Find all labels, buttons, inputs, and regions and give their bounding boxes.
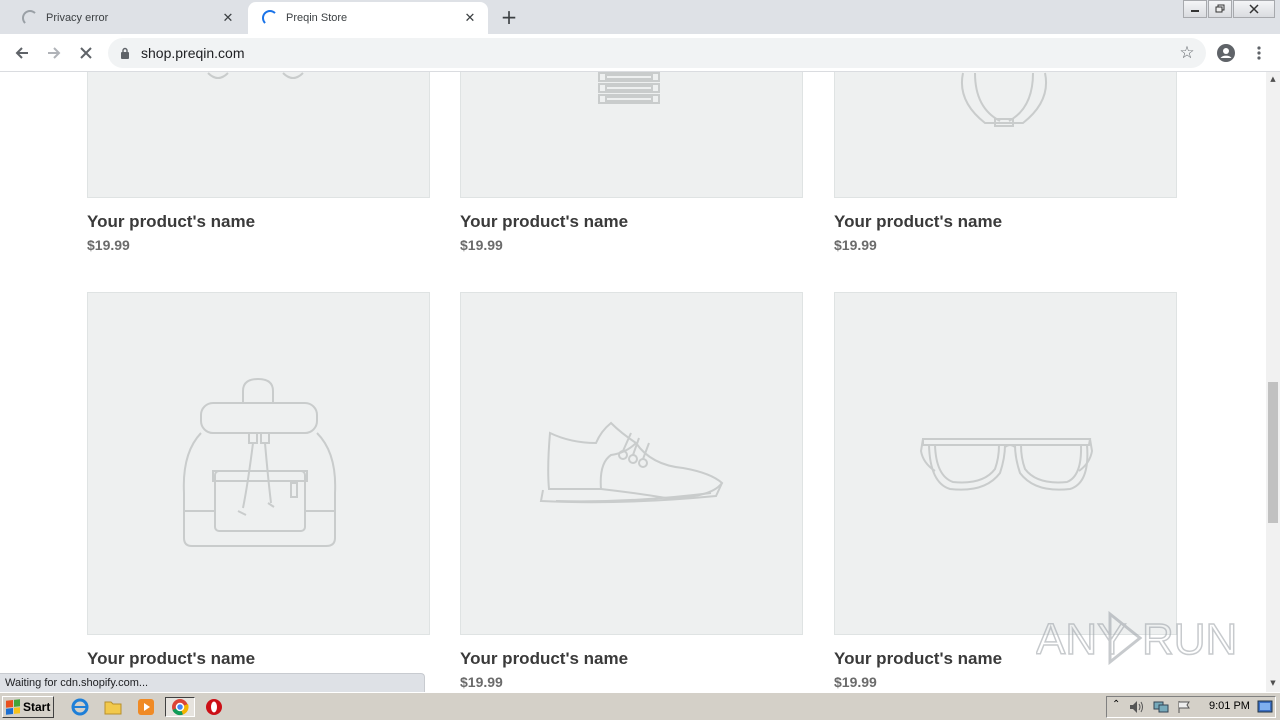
- product-image[interactable]: [834, 292, 1177, 635]
- show-hidden-icons-icon[interactable]: ⌃: [1112, 699, 1120, 710]
- kebab-menu-icon: [1257, 46, 1261, 60]
- menu-button[interactable]: [1247, 41, 1271, 65]
- product-name[interactable]: Your product's name: [460, 212, 628, 232]
- anyrun-watermark-logo: ANY RUN: [1036, 610, 1236, 666]
- tab-strip: Privacy error ✕ Preqin Store ✕ +: [0, 0, 1280, 34]
- stop-icon: [80, 47, 92, 59]
- address-text: shop.preqin.com: [141, 45, 245, 61]
- page-viewport: Your product's name $19.99 Your product'…: [0, 72, 1266, 692]
- svg-text:RUN: RUN: [1142, 615, 1236, 664]
- close-icon: [1249, 4, 1259, 14]
- svg-text:ANY: ANY: [1036, 615, 1126, 664]
- sunglasses-illustration: [919, 438, 1094, 491]
- action-center-flag-icon[interactable]: [1177, 700, 1191, 714]
- start-label: Start: [23, 700, 51, 714]
- scrollbar-thumb[interactable]: [1268, 382, 1278, 523]
- product-illustration: [207, 72, 304, 79]
- product-price: $19.99: [460, 674, 503, 690]
- screen: Privacy error ✕ Preqin Store ✕ + shop.pr…: [0, 0, 1280, 720]
- close-tab-icon[interactable]: ✕: [218, 8, 238, 28]
- opera-icon[interactable]: [204, 697, 224, 717]
- volume-icon[interactable]: [1129, 700, 1145, 714]
- forward-arrow-icon: [48, 47, 61, 59]
- sneaker-illustration: [539, 421, 724, 504]
- system-tray: ⌃ 9:01 PM: [1106, 696, 1276, 718]
- product-illustration: [598, 72, 660, 104]
- minimize-button[interactable]: [1183, 0, 1207, 18]
- chrome-icon[interactable]: [165, 697, 195, 717]
- tab-title: Privacy error: [46, 12, 109, 24]
- browser-toolbar: shop.preqin.com ☆: [0, 34, 1280, 72]
- product-price: $19.99: [834, 674, 877, 690]
- bookmark-star-icon[interactable]: ☆: [1178, 44, 1196, 62]
- backpack-illustration: [182, 377, 337, 547]
- close-tab-icon[interactable]: ✕: [460, 8, 480, 28]
- new-tab-button[interactable]: +: [498, 6, 520, 28]
- ie-icon[interactable]: [70, 697, 90, 717]
- media-player-icon[interactable]: [136, 697, 156, 717]
- restore-button[interactable]: [1208, 0, 1232, 18]
- account-icon: [1217, 44, 1235, 62]
- page-scrollbar[interactable]: ▲ ▼: [1266, 72, 1280, 692]
- taskbar-clock[interactable]: 9:01 PM: [1209, 700, 1250, 712]
- status-bubble: Waiting for cdn.shopify.com...: [0, 673, 425, 692]
- product-illustration: [961, 72, 1047, 127]
- product-name[interactable]: Your product's name: [834, 649, 1002, 669]
- product-price: $19.99: [834, 237, 877, 253]
- product-image[interactable]: [87, 292, 430, 635]
- product-image[interactable]: [460, 72, 803, 198]
- back-arrow-icon: [15, 47, 28, 59]
- scroll-down-arrow-icon[interactable]: ▼: [1268, 678, 1278, 688]
- tab-title: Preqin Store: [286, 12, 348, 24]
- product-price: $19.99: [87, 237, 130, 253]
- back-button[interactable]: [10, 41, 34, 65]
- loading-spinner-icon: [22, 10, 38, 26]
- tab-privacy-error[interactable]: Privacy error ✕: [8, 2, 246, 34]
- stop-loading-button[interactable]: [74, 41, 98, 65]
- product-name[interactable]: Your product's name: [460, 649, 628, 669]
- minimize-icon: [1191, 10, 1199, 12]
- windows-logo-icon: [6, 699, 20, 715]
- product-image[interactable]: [87, 72, 430, 198]
- restore-icon: [1215, 4, 1225, 13]
- address-bar[interactable]: shop.preqin.com ☆: [108, 38, 1206, 68]
- product-name[interactable]: Your product's name: [87, 212, 255, 232]
- start-button[interactable]: Start: [2, 696, 54, 718]
- show-desktop-icon[interactable]: [1257, 700, 1273, 714]
- close-window-button[interactable]: [1233, 0, 1275, 18]
- profile-button[interactable]: [1214, 41, 1238, 65]
- product-name[interactable]: Your product's name: [87, 649, 255, 669]
- network-icon[interactable]: [1153, 700, 1169, 714]
- product-image[interactable]: [834, 72, 1177, 198]
- product-name[interactable]: Your product's name: [834, 212, 1002, 232]
- loading-spinner-icon: [262, 10, 278, 26]
- lock-icon: [121, 47, 129, 59]
- product-price: $19.99: [460, 237, 503, 253]
- forward-button[interactable]: [42, 41, 66, 65]
- scroll-up-arrow-icon[interactable]: ▲: [1268, 74, 1278, 84]
- product-image[interactable]: [460, 292, 803, 635]
- windows-taskbar: Start ⌃ 9:01 PM: [0, 692, 1280, 720]
- folder-icon[interactable]: [103, 697, 123, 717]
- tab-preqin-store[interactable]: Preqin Store ✕: [248, 2, 488, 34]
